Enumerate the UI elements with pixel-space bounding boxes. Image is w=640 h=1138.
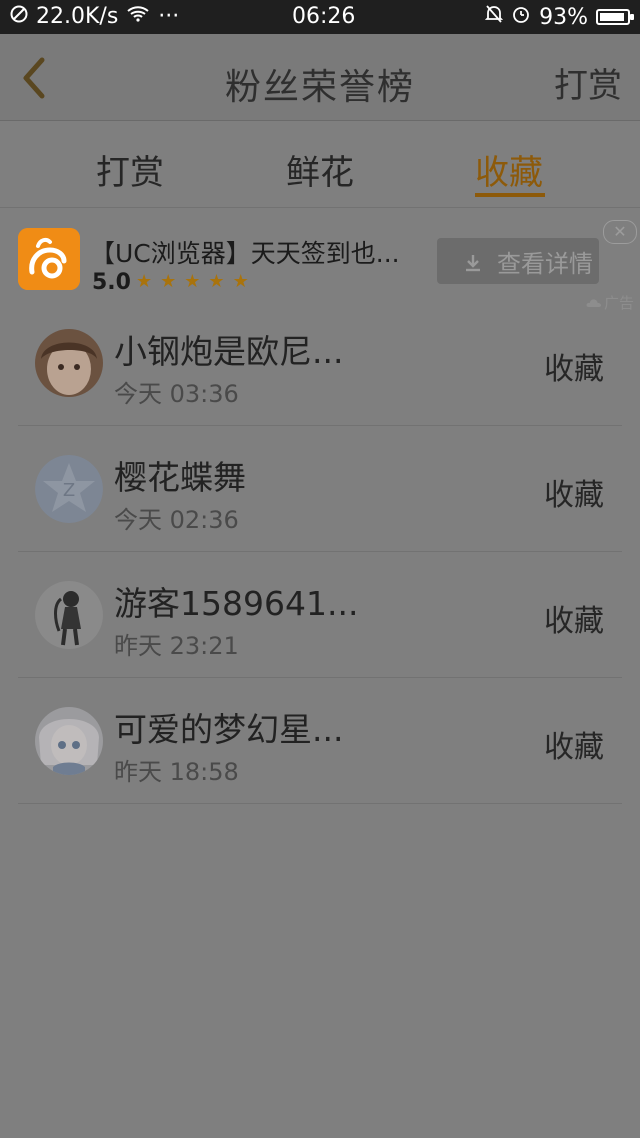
page-title: 粉丝荣誉榜 bbox=[224, 67, 415, 108]
user-name: 游客1589641... bbox=[114, 584, 359, 623]
uc-browser-app-icon bbox=[18, 228, 80, 290]
avatar bbox=[35, 707, 103, 775]
avatar bbox=[35, 329, 103, 397]
ad-title: 【UC浏览器】天天签到也... bbox=[90, 239, 400, 268]
svg-text:Z: Z bbox=[63, 480, 75, 501]
avatar bbox=[35, 581, 103, 649]
star-icon: ★ bbox=[208, 271, 225, 292]
timestamp: 今天 03:36 bbox=[114, 380, 239, 408]
status-time: 06:26 bbox=[292, 4, 356, 29]
list-item[interactable]: 游客1589641... 昨天 23:21 收藏 bbox=[18, 552, 622, 678]
alarm-icon bbox=[511, 4, 531, 30]
timestamp: 昨天 18:58 bbox=[114, 758, 239, 786]
network-speed: 22.0K/s bbox=[36, 4, 119, 29]
tab-flowers[interactable]: 鲜花 bbox=[286, 145, 354, 194]
user-name: 可爱的梦幻星... bbox=[114, 710, 344, 749]
battery-percent: 93% bbox=[539, 4, 588, 30]
top-navigation-bar: 粉丝荣誉榜 打赏 bbox=[0, 34, 640, 121]
action-label: 收藏 bbox=[544, 352, 604, 387]
ad-close-button[interactable]: ✕ bbox=[603, 220, 637, 244]
ad-banner[interactable]: 【UC浏览器】天天签到也... 5.0 ★ ★ ★ ★ ★ 查看详情 ✕ 广告 bbox=[0, 208, 640, 312]
timestamp: 昨天 23:21 bbox=[114, 632, 239, 660]
view-details-button[interactable]: 查看详情 bbox=[437, 238, 599, 284]
tab-reward[interactable]: 打赏 bbox=[96, 145, 164, 194]
star-icon: ★ bbox=[232, 271, 249, 292]
rating-stars: ★ ★ ★ ★ ★ bbox=[136, 271, 249, 292]
more-indicator: ··· bbox=[158, 4, 180, 29]
star-icon: ★ bbox=[160, 271, 177, 292]
list-item[interactable]: Z 樱花蝶舞 今天 02:36 收藏 bbox=[18, 426, 622, 552]
battery-icon bbox=[596, 9, 634, 25]
no-disturb-icon bbox=[10, 4, 28, 29]
user-name: 小钢炮是欧尼... bbox=[114, 332, 344, 371]
tab-favorites[interactable]: 收藏 bbox=[475, 145, 543, 194]
tab-bar: 打赏 鲜花 收藏 bbox=[0, 121, 640, 208]
active-tab-indicator bbox=[475, 193, 545, 197]
view-details-label: 查看详情 bbox=[497, 249, 593, 278]
status-bar: 22.0K/s ··· 06:26 93% bbox=[0, 0, 640, 34]
star-icon: ★ bbox=[184, 271, 201, 292]
list-item[interactable]: 可爱的梦幻星... 昨天 18:58 收藏 bbox=[18, 678, 622, 804]
wifi-icon bbox=[126, 4, 150, 29]
bell-muted-icon bbox=[484, 4, 504, 30]
action-label: 收藏 bbox=[544, 730, 604, 765]
ad-rating: 5.0 bbox=[92, 270, 131, 295]
user-name: 樱花蝶舞 bbox=[114, 458, 246, 497]
list-item[interactable]: 小钢炮是欧尼... 今天 03:36 收藏 bbox=[18, 300, 622, 426]
avatar: Z bbox=[35, 455, 103, 523]
reward-button[interactable]: 打赏 bbox=[554, 58, 622, 107]
download-icon bbox=[463, 251, 483, 272]
star-icon: ★ bbox=[136, 271, 153, 292]
action-label: 收藏 bbox=[544, 478, 604, 513]
action-label: 收藏 bbox=[544, 604, 604, 639]
favorites-list: 小钢炮是欧尼... 今天 03:36 收藏 Z 樱花蝶舞 今天 02:36 收藏 bbox=[18, 300, 622, 804]
timestamp: 今天 02:36 bbox=[114, 506, 239, 534]
